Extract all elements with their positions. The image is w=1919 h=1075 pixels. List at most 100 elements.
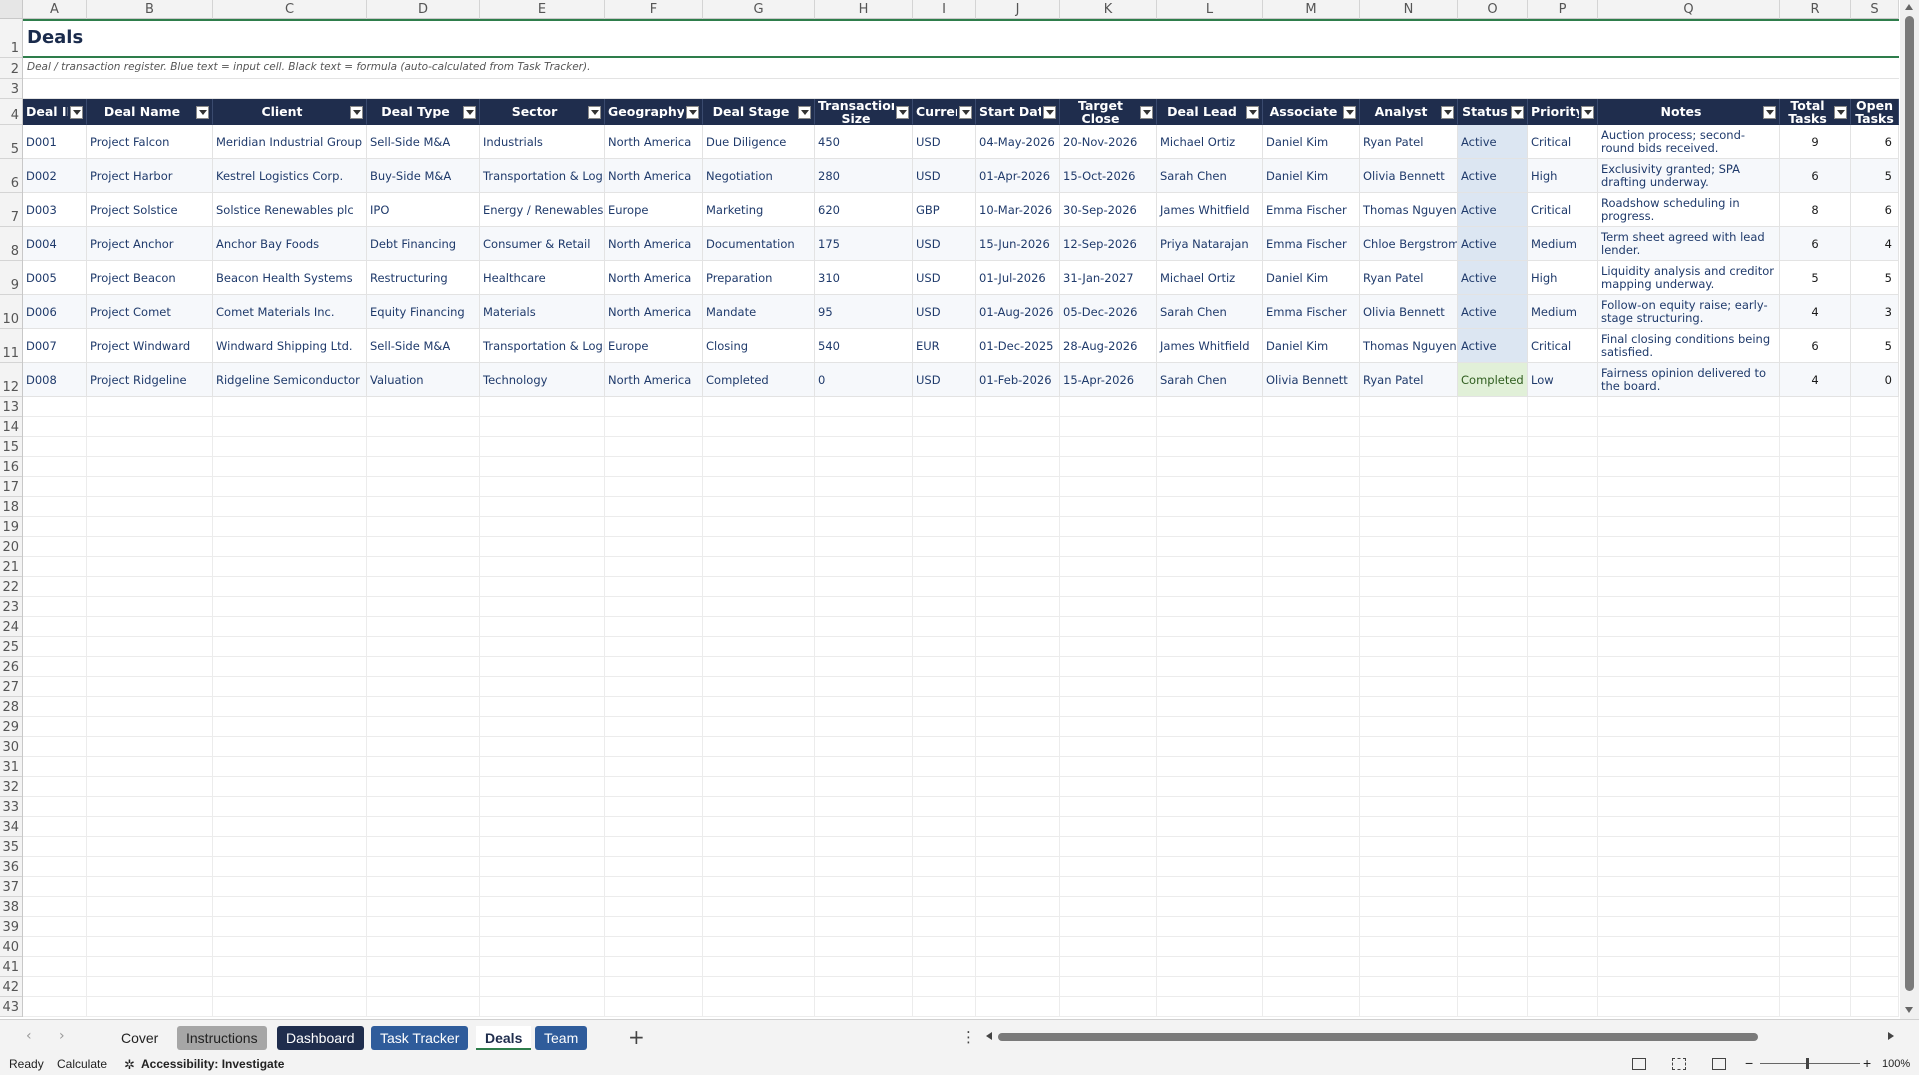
table-cell-deal-name[interactable]: Project Beacon	[87, 261, 213, 295]
empty-cell[interactable]	[1360, 497, 1458, 517]
table-cell-sector[interactable]: Consumer & Retail	[480, 227, 605, 261]
column-header-c[interactable]: C	[213, 0, 367, 19]
empty-cell[interactable]	[815, 877, 913, 897]
table-cell-deal-name[interactable]: Project Harbor	[87, 159, 213, 193]
empty-cell[interactable]	[1780, 777, 1851, 797]
empty-cell[interactable]	[815, 517, 913, 537]
empty-cell[interactable]	[367, 617, 480, 637]
empty-cell[interactable]	[367, 717, 480, 737]
empty-cell[interactable]	[1851, 897, 1899, 917]
table-cell-start-date[interactable]: 01-Jul-2026	[976, 261, 1060, 295]
vertical-scroll-thumb[interactable]	[1905, 16, 1914, 991]
empty-cell[interactable]	[480, 437, 605, 457]
empty-cell[interactable]	[815, 837, 913, 857]
row-header-32[interactable]: 32	[0, 777, 22, 797]
table-cell-associate[interactable]: Daniel Kim	[1263, 261, 1360, 295]
table-cell-notes[interactable]: Follow-on equity raise; early-stage stru…	[1598, 295, 1780, 329]
empty-cell[interactable]	[1780, 437, 1851, 457]
row-header-25[interactable]: 25	[0, 637, 22, 657]
empty-cell[interactable]	[367, 777, 480, 797]
table-cell-client[interactable]: Anchor Bay Foods	[213, 227, 367, 261]
table-cell-deal-stage[interactable]: Marketing	[703, 193, 815, 227]
empty-cell[interactable]	[976, 677, 1060, 697]
empty-cell[interactable]	[480, 457, 605, 477]
empty-cell[interactable]	[1598, 817, 1780, 837]
table-cell-priority[interactable]: Critical	[1528, 193, 1598, 227]
scroll-down-icon[interactable]	[1905, 1007, 1913, 1013]
table-cell-priority[interactable]: Low	[1528, 363, 1598, 397]
filter-dropdown-icon[interactable]	[959, 106, 972, 119]
empty-cell[interactable]	[703, 577, 815, 597]
table-cell-start-date[interactable]: 04-May-2026	[976, 125, 1060, 159]
empty-cell[interactable]	[1851, 437, 1899, 457]
empty-cell[interactable]	[703, 497, 815, 517]
empty-cell[interactable]	[976, 757, 1060, 777]
empty-cell[interactable]	[1458, 817, 1528, 837]
empty-cell[interactable]	[87, 737, 213, 757]
empty-cell[interactable]	[87, 777, 213, 797]
column-header-h[interactable]: H	[815, 0, 913, 19]
empty-row[interactable]	[23, 577, 1899, 597]
row-header-14[interactable]: 14	[0, 417, 22, 437]
column-header-cell[interactable]: Deal ID	[23, 99, 87, 125]
empty-cell[interactable]	[87, 437, 213, 457]
horizontal-scroll-thumb[interactable]	[998, 1033, 1758, 1041]
empty-cell[interactable]	[367, 837, 480, 857]
table-cell-analyst[interactable]: Olivia Bennett	[1360, 159, 1458, 193]
column-header-o[interactable]: O	[1458, 0, 1528, 19]
prev-sheet-icon[interactable]: ‹	[26, 1028, 32, 1044]
empty-cell[interactable]	[1528, 937, 1598, 957]
empty-cell[interactable]	[1263, 957, 1360, 977]
empty-cell[interactable]	[1060, 497, 1157, 517]
empty-cell[interactable]	[23, 457, 87, 477]
table-cell-analyst[interactable]: Chloe Bergstrom	[1360, 227, 1458, 261]
empty-cell[interactable]	[480, 677, 605, 697]
empty-cell[interactable]	[1780, 837, 1851, 857]
empty-cell[interactable]	[1851, 777, 1899, 797]
empty-cell[interactable]	[913, 877, 976, 897]
row-header-33[interactable]: 33	[0, 797, 22, 817]
table-cell-notes[interactable]: Roadshow scheduling in progress.	[1598, 193, 1780, 227]
table-cell-transaction-size-mm[interactable]: 175	[815, 227, 913, 261]
empty-cell[interactable]	[23, 937, 87, 957]
filter-dropdown-icon[interactable]	[1441, 106, 1454, 119]
row-header-39[interactable]: 39	[0, 917, 22, 937]
table-cell-priority[interactable]: Medium	[1528, 295, 1598, 329]
empty-cell[interactable]	[1060, 417, 1157, 437]
empty-cell[interactable]	[1528, 897, 1598, 917]
empty-cell[interactable]	[703, 877, 815, 897]
empty-cell[interactable]	[367, 977, 480, 997]
empty-cell[interactable]	[1780, 537, 1851, 557]
empty-cell[interactable]	[976, 897, 1060, 917]
empty-cell[interactable]	[1157, 457, 1263, 477]
row-header-16[interactable]: 16	[0, 457, 22, 477]
table-cell-notes[interactable]: Liquidity analysis and creditor mapping …	[1598, 261, 1780, 295]
table-cell-priority[interactable]: Critical	[1528, 125, 1598, 159]
empty-cell[interactable]	[367, 697, 480, 717]
column-header-cell[interactable]: Associate	[1263, 99, 1360, 125]
empty-cell[interactable]	[815, 777, 913, 797]
empty-cell[interactable]	[815, 557, 913, 577]
column-header-r[interactable]: R	[1780, 0, 1851, 19]
table-cell-deal-type[interactable]: Restructuring	[367, 261, 480, 295]
empty-cell[interactable]	[87, 937, 213, 957]
row-header-34[interactable]: 34	[0, 817, 22, 837]
zoom-out-icon[interactable]: −	[1745, 1055, 1753, 1071]
filter-dropdown-icon[interactable]	[798, 106, 811, 119]
empty-cell[interactable]	[976, 977, 1060, 997]
row-header-36[interactable]: 36	[0, 857, 22, 877]
empty-cell[interactable]	[605, 617, 703, 637]
empty-row[interactable]	[23, 697, 1899, 717]
row-header-31[interactable]: 31	[0, 757, 22, 777]
empty-row[interactable]	[23, 677, 1899, 697]
table-row[interactable]: D004 Project Anchor Anchor Bay Foods Debt F…	[23, 227, 1899, 261]
empty-cell[interactable]	[1528, 977, 1598, 997]
empty-cell[interactable]	[913, 597, 976, 617]
empty-cell[interactable]	[1851, 477, 1899, 497]
table-cell-total-tasks[interactable]: 6	[1780, 159, 1851, 193]
empty-cell[interactable]	[1598, 437, 1780, 457]
empty-cell[interactable]	[1263, 397, 1360, 417]
empty-cell[interactable]	[1458, 397, 1528, 417]
empty-cell[interactable]	[1528, 597, 1598, 617]
table-row[interactable]: D006 Project Comet Comet Materials Inc. Equ…	[23, 295, 1899, 329]
